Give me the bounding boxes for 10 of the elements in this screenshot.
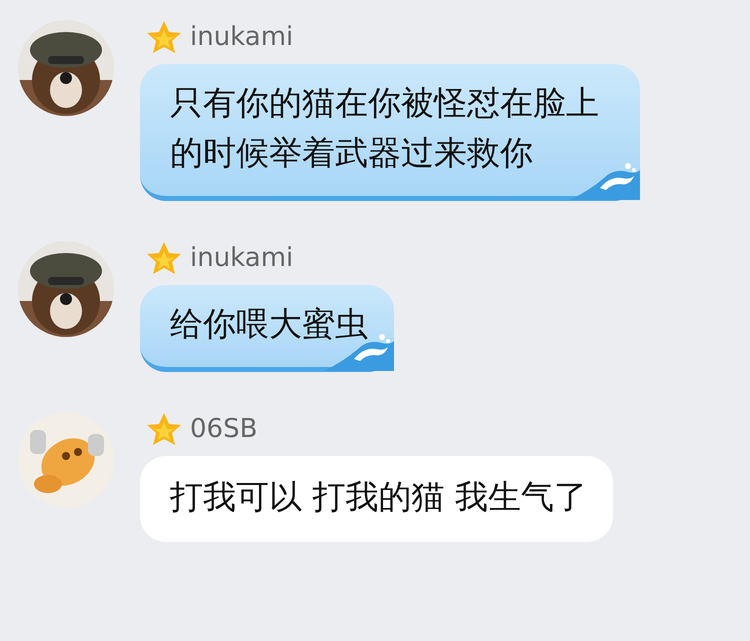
star-icon	[146, 20, 182, 54]
star-icon	[146, 241, 182, 275]
message-bubble: 打我可以 打我的猫 我生气了	[140, 456, 613, 542]
message-bubble: 只有你的猫在你被怪怼在脸上的时候举着武器过来救你	[140, 64, 640, 201]
sender-name: inukami	[190, 243, 294, 273]
sender-name: 06SB	[190, 414, 258, 444]
star-icon	[146, 412, 182, 446]
message-bubble: 给你喂大蜜虫	[140, 285, 394, 372]
sender-name: inukami	[190, 22, 294, 52]
wave-icon	[570, 160, 640, 200]
